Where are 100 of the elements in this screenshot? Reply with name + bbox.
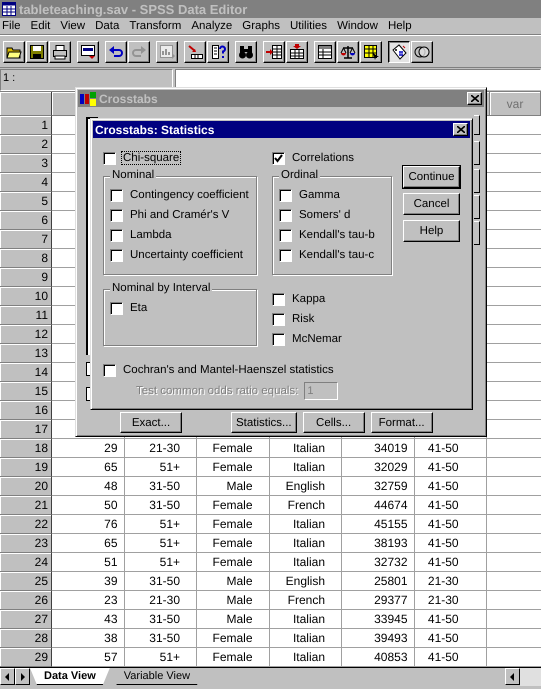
row-number[interactable]: 14 xyxy=(0,363,52,382)
row-number[interactable]: 6 xyxy=(0,211,52,230)
table-cell[interactable]: 29 xyxy=(52,439,124,458)
table-cell[interactable]: 43 xyxy=(52,610,124,629)
row-number[interactable]: 8 xyxy=(0,249,52,268)
table-cell[interactable]: Italian xyxy=(270,610,342,629)
row-number[interactable]: 19 xyxy=(0,458,52,477)
table-cell[interactable]: Italian xyxy=(270,534,342,553)
row-number[interactable]: 2 xyxy=(0,135,52,154)
table-cell[interactable]: 21-30 xyxy=(124,439,197,458)
table-cell[interactable]: 41-50 xyxy=(414,477,487,496)
checkbox[interactable] xyxy=(110,208,123,222)
menu-item[interactable]: Utilities xyxy=(290,20,332,32)
table-cell[interactable]: French xyxy=(270,496,342,515)
row-number[interactable]: 25 xyxy=(0,572,52,591)
dialog-button[interactable]: Format... xyxy=(370,412,433,433)
checkbox-label[interactable]: Lambda xyxy=(128,228,174,242)
checkbox[interactable] xyxy=(103,152,116,164)
checkbox[interactable] xyxy=(110,302,123,314)
scroll-left-button[interactable] xyxy=(505,668,520,685)
checkbox-label[interactable]: McNemar xyxy=(290,332,344,346)
menu-item[interactable]: View xyxy=(60,20,90,32)
row-number[interactable]: 15 xyxy=(0,382,52,401)
table-cell[interactable]: 31-50 xyxy=(124,477,197,496)
table-cell[interactable]: 65 xyxy=(52,458,124,477)
table-cell[interactable]: 41-50 xyxy=(414,439,487,458)
row-number[interactable]: 1 xyxy=(0,116,52,135)
table-cell[interactable]: 41-50 xyxy=(414,553,487,572)
table-cell[interactable]: 31-50 xyxy=(124,496,197,515)
table-cell[interactable]: 76 xyxy=(52,515,124,534)
table-cell[interactable]: Female xyxy=(197,534,270,553)
table-cell[interactable]: 41-50 xyxy=(414,515,487,534)
table-cell[interactable]: 21-30 xyxy=(414,591,487,610)
checkbox-label[interactable]: Correlations xyxy=(290,151,356,165)
checkbox[interactable] xyxy=(279,228,292,242)
row-number[interactable]: 23 xyxy=(0,534,52,553)
table-cell[interactable]: 65 xyxy=(52,534,124,553)
table-cell[interactable]: Female xyxy=(197,629,270,648)
table-cell[interactable]: Male xyxy=(197,572,270,591)
checkbox-label[interactable]: Phi and Cramér's V xyxy=(128,208,232,222)
table-cell[interactable]: 45155 xyxy=(342,515,414,534)
table-cell[interactable]: Italian xyxy=(270,515,342,534)
table-cell[interactable]: 39493 xyxy=(342,629,414,648)
dialog-button[interactable]: Statistics... xyxy=(231,412,297,433)
button[interactable] xyxy=(474,195,480,219)
dialog-button[interactable]: Cells... xyxy=(302,412,365,433)
table-cell[interactable]: Female xyxy=(197,496,270,515)
table-cell[interactable]: 51+ xyxy=(124,553,197,572)
table-cell[interactable]: Italian xyxy=(270,458,342,477)
table-cell[interactable]: 32732 xyxy=(342,553,414,572)
table-cell[interactable]: Female xyxy=(197,515,270,534)
row-number[interactable]: 26 xyxy=(0,591,52,610)
row-number[interactable]: 4 xyxy=(0,173,52,192)
menu-item[interactable]: Analyze xyxy=(191,20,238,32)
row-number[interactable]: 3 xyxy=(0,154,52,173)
table-cell[interactable]: 33945 xyxy=(342,610,414,629)
row-number[interactable]: 20 xyxy=(0,477,52,496)
menu-item[interactable]: Edit xyxy=(30,20,56,32)
row-number[interactable]: 12 xyxy=(0,325,52,344)
table-cell[interactable]: Female xyxy=(197,458,270,477)
table-cell[interactable]: 38193 xyxy=(342,534,414,553)
table-cell[interactable]: 51 xyxy=(52,553,124,572)
table-cell[interactable]: Male xyxy=(197,591,270,610)
table-cell[interactable]: 34019 xyxy=(342,439,414,458)
checkbox[interactable] xyxy=(279,248,292,262)
table-cell[interactable]: Italian xyxy=(270,439,342,458)
table-cell[interactable]: 38 xyxy=(52,629,124,648)
dialog-button[interactable]: Exact... xyxy=(120,412,182,433)
table-cell[interactable]: 41-50 xyxy=(414,610,487,629)
table-cell[interactable]: 41-50 xyxy=(414,458,487,477)
table-cell[interactable]: 31-50 xyxy=(124,629,197,648)
table-cell[interactable]: Male xyxy=(197,477,270,496)
checkbox-label[interactable]: Gamma xyxy=(297,188,342,202)
table-cell[interactable]: Female xyxy=(197,553,270,572)
checkbox-label[interactable]: Risk xyxy=(290,312,316,326)
row-number[interactable]: 7 xyxy=(0,230,52,249)
checkbox[interactable] xyxy=(110,228,123,242)
table-cell[interactable]: Italian xyxy=(270,553,342,572)
table-cell[interactable]: 41-50 xyxy=(414,496,487,515)
table-cell[interactable]: 51+ xyxy=(124,534,197,553)
row-number[interactable]: 5 xyxy=(0,192,52,211)
row-number[interactable]: 27 xyxy=(0,610,52,629)
checkbox-label[interactable]: Kendall's tau-c xyxy=(297,248,376,262)
toolbar-button[interactable] xyxy=(388,40,410,62)
table-cell[interactable]: 31-50 xyxy=(124,610,197,629)
table-cell[interactable]: 48 xyxy=(52,477,124,496)
row-number[interactable]: 9 xyxy=(0,268,52,287)
table-cell[interactable]: 41-50 xyxy=(414,534,487,553)
button[interactable] xyxy=(474,221,480,245)
checkbox-label[interactable]: Chi-square xyxy=(121,151,182,165)
checkbox[interactable] xyxy=(272,292,285,306)
table-cell[interactable]: Male xyxy=(197,610,270,629)
dialog-button[interactable]: Help xyxy=(403,220,460,242)
checkbox[interactable] xyxy=(272,312,285,326)
dialog-button[interactable]: Cancel xyxy=(403,193,460,215)
table-cell[interactable]: 32029 xyxy=(342,458,414,477)
checkbox[interactable] xyxy=(110,248,123,262)
close-button[interactable] xyxy=(453,123,468,136)
row-number[interactable]: 16 xyxy=(0,401,52,420)
checkbox[interactable] xyxy=(103,364,116,376)
